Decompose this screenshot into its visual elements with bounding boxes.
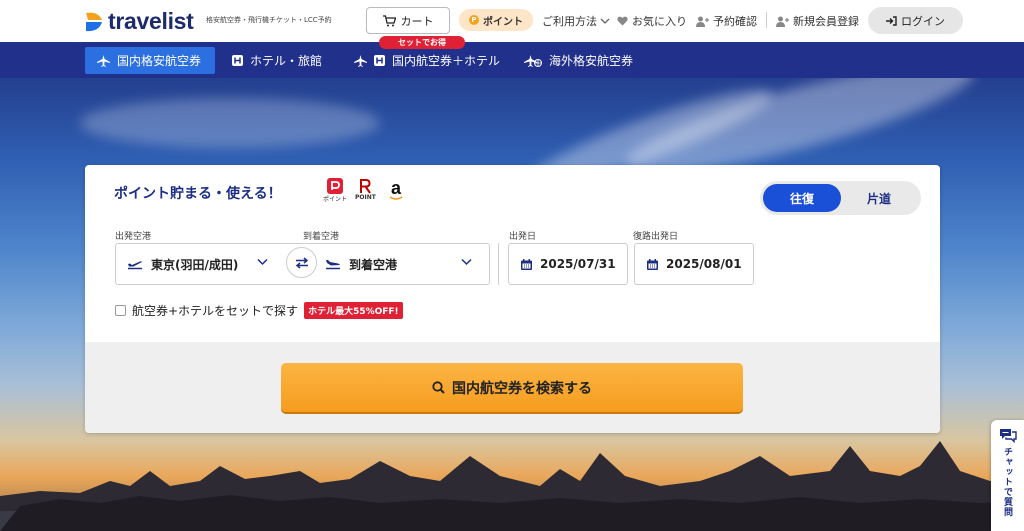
amazon-logo: a: [389, 178, 403, 201]
return-date-input[interactable]: 2025/08/01: [634, 243, 754, 285]
tagline: 格安航空券・飛行機チケット・LCC予約: [206, 16, 332, 24]
cloud: [80, 98, 380, 148]
round-trip-option[interactable]: 往復: [763, 184, 841, 212]
cart-button[interactable]: カート: [366, 7, 450, 34]
airplane-globe-icon: [524, 54, 542, 67]
heart-icon: [617, 16, 628, 26]
logo-label: POINT: [355, 194, 376, 201]
chat-bubble-icon: [999, 429, 1017, 443]
logo-mark-icon: [86, 12, 102, 31]
nav-reservation-check[interactable]: 予約確認: [696, 13, 757, 29]
hotel-discount-badge: ホテル最大55%OFF!: [304, 302, 403, 319]
set-hotel-label: 航空券+ホテルをセットで探す: [132, 304, 299, 318]
return-date-label: 復路出発日: [633, 232, 679, 242]
return-date-value: 2025/08/01: [666, 257, 742, 271]
coastal-rocks-image: [0, 441, 1024, 531]
airplane-icon: [97, 54, 110, 67]
point-button[interactable]: P ポイント: [459, 9, 533, 31]
arrival-airport-select[interactable]: 到着空港: [317, 243, 490, 285]
chevron-down-icon: [600, 18, 610, 24]
point-coin-icon: P: [469, 15, 479, 25]
set-hotel-checkbox[interactable]: [115, 305, 126, 316]
tab-label: 国内航空券＋ホテル: [392, 54, 501, 68]
chat-support-tab[interactable]: チャットで質問: [991, 420, 1024, 531]
rakuten-icon: [360, 179, 372, 194]
arrival-airport-label: 到着空港: [303, 232, 340, 242]
arrival-airport-value: 到着空港: [349, 257, 398, 272]
departure-airport-label: 出発空港: [115, 232, 152, 242]
tab-hotels[interactable]: ホテル・旅館: [220, 47, 334, 74]
trip-type-toggle: 往復 片道: [760, 181, 921, 215]
tab-domestic-flights[interactable]: 国内格安航空券: [85, 47, 215, 74]
depart-date-value: 2025/07/31: [540, 257, 616, 271]
depart-date-input[interactable]: 2025/07/31: [508, 243, 628, 285]
airplane-icon: [354, 54, 367, 67]
chevron-down-icon: [461, 258, 472, 266]
nav-label: ご利用方法: [542, 15, 597, 28]
rakuten-point-logo: POINT: [355, 178, 376, 201]
paypay-point-logo: ポイント: [323, 178, 347, 203]
point-label: ポイント: [483, 16, 523, 28]
calendar-icon: [521, 258, 532, 270]
field-divider: [498, 243, 499, 285]
chevron-down-icon: [257, 258, 268, 266]
search-button-label: 国内航空券を検索する: [452, 380, 592, 397]
tab-flight-hotel[interactable]: 国内航空券＋ホテル: [342, 47, 512, 74]
nav-register[interactable]: 新規会員登録: [776, 13, 859, 29]
paypay-icon: [327, 178, 343, 194]
site-header: travelist 格安航空券・飛行機チケット・LCC予約 カート P ポイント…: [0, 0, 1024, 42]
nav-label: 新規会員登録: [793, 15, 859, 28]
service-tabs: 国内格安航空券 ホテル・旅館 国内航空券＋ホテル 海外格安航空券: [0, 42, 1024, 78]
airplane-takeoff-icon: [128, 261, 142, 270]
logo-label: ポイント: [323, 196, 348, 203]
tab-label: 国内格安航空券: [117, 54, 202, 68]
nav-favorites[interactable]: お気に入り: [617, 13, 687, 29]
nav-label: お気に入り: [632, 15, 687, 28]
tab-international-flights[interactable]: 海外格安航空券: [512, 47, 645, 74]
swap-airports-button[interactable]: [286, 247, 317, 278]
header-divider: [766, 12, 767, 28]
chat-label: チャットで質問: [1002, 447, 1012, 517]
hotel-icon: [374, 55, 385, 66]
calendar-icon: [647, 258, 658, 270]
user-plus-icon: [776, 16, 789, 27]
cart-icon: [382, 14, 396, 26]
set-hotel-option[interactable]: 航空券+ホテルをセットで探す ホテル最大55%OFF!: [115, 302, 403, 319]
hotel-icon: [232, 55, 243, 66]
departure-airport-select[interactable]: 東京(羽田/成田): [115, 243, 286, 285]
airplane-landing-icon: [326, 260, 340, 270]
nav-label: 予約確認: [713, 15, 757, 28]
login-icon: [886, 15, 897, 26]
tab-label: 海外格安航空券: [549, 54, 634, 68]
points-headline: ポイント貯まる・使える！: [114, 186, 282, 202]
search-flights-button[interactable]: 国内航空券を検索する: [281, 363, 743, 412]
login-button[interactable]: ログイン: [868, 7, 963, 34]
amazon-smile-icon: [389, 196, 403, 200]
amazon-letter: a: [390, 178, 401, 198]
user-check-icon: [696, 16, 709, 27]
swap-arrows-icon: [295, 256, 308, 269]
login-label: ログイン: [901, 14, 945, 28]
travelist-logo[interactable]: travelist: [84, 8, 194, 35]
departure-airport-value: 東京(羽田/成田): [151, 257, 239, 272]
flight-search-card: ポイント貯まる・使える！ ポイント POINT a 往復 片道 出発空港 到着空…: [85, 165, 940, 433]
search-button-area: 国内航空券を検索する: [85, 342, 940, 433]
set-discount-badge: セットでお得: [379, 36, 465, 49]
one-way-option[interactable]: 片道: [840, 184, 918, 212]
search-icon: [432, 381, 445, 394]
nav-how-to-use[interactable]: ご利用方法: [542, 13, 610, 29]
cart-label: カート: [400, 14, 434, 28]
tab-label: ホテル・旅館: [250, 54, 323, 68]
logo-text: travelist: [108, 8, 194, 34]
depart-date-label: 出発日: [509, 232, 537, 242]
